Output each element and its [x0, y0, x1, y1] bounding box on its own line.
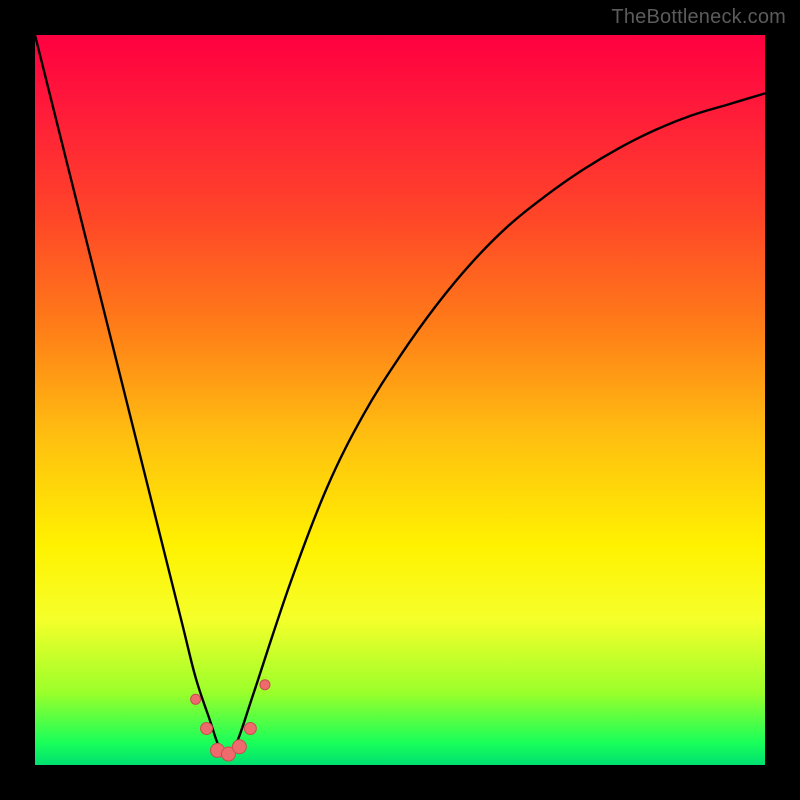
bottleneck-curve	[35, 35, 765, 765]
marker-dot	[201, 723, 213, 735]
watermark-label: TheBottleneck.com	[611, 6, 786, 29]
marker-cluster	[191, 680, 270, 761]
chart-frame: TheBottleneck.com	[0, 0, 800, 800]
marker-dot	[191, 694, 201, 704]
plot-area	[35, 35, 765, 765]
marker-dot	[244, 723, 256, 735]
marker-dot	[260, 680, 270, 690]
marker-dot	[232, 740, 246, 754]
curve-line	[35, 35, 765, 758]
